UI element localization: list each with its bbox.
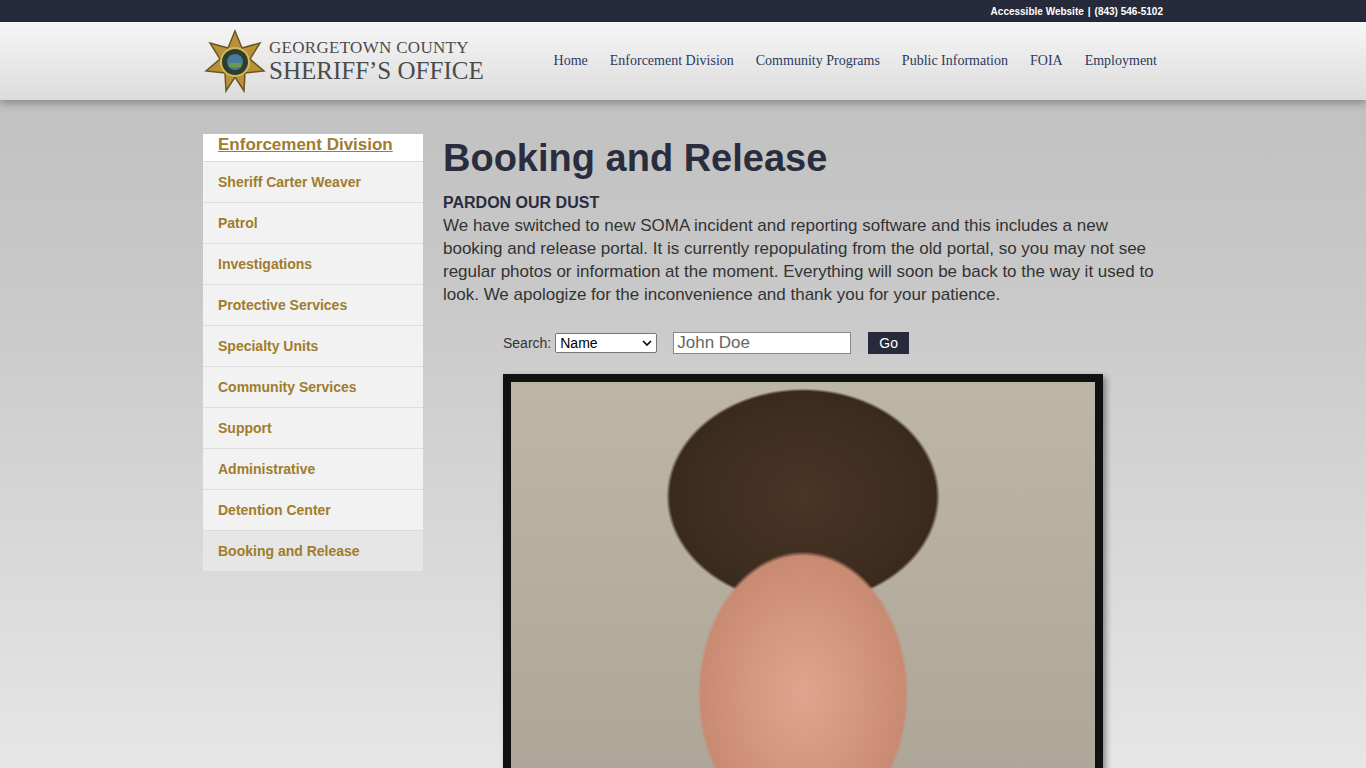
sidebar-title[interactable]: Enforcement Division	[203, 134, 423, 161]
notice-title: PARDON OUR DUST	[443, 194, 1163, 212]
search-bar: Search:Name Go	[503, 332, 1163, 354]
top-link[interactable]: (843) 546-5102	[1095, 6, 1163, 17]
top-bar: Accessible Website | (843) 546-5102	[0, 0, 1366, 22]
nav-item[interactable]: Enforcement Division	[610, 53, 734, 69]
nav-item[interactable]: Employment	[1085, 53, 1157, 69]
notice-text: We have switched to new SOMA incident an…	[443, 214, 1163, 306]
search-input[interactable]	[673, 332, 851, 354]
mugshot-photo	[511, 382, 1095, 768]
sidebar-item[interactable]: Community Services	[203, 366, 423, 407]
search-type-select[interactable]: Name	[555, 333, 657, 353]
sidebar-item[interactable]: Booking and Release	[203, 530, 423, 571]
chevron-down-icon	[642, 340, 652, 346]
page-title: Booking and Release	[443, 134, 1163, 182]
sidebar-item[interactable]: Patrol	[203, 202, 423, 243]
content: Enforcement DivisionSheriff Carter Weave…	[203, 100, 1163, 768]
logo[interactable]: GEORGETOWN COUNTY SHERIFF’S OFFICE	[203, 29, 484, 93]
header: GEORGETOWN COUNTY SHERIFF’S OFFICE Home Enf…	[0, 22, 1366, 100]
sidebar-item[interactable]: Sheriff Carter Weaver	[203, 161, 423, 202]
sidebar-item[interactable]: Investigations	[203, 243, 423, 284]
sidebar-item[interactable]: Administrative	[203, 448, 423, 489]
main: Booking and Release PARDON OUR DUST We hav…	[443, 134, 1163, 768]
sidebar: Enforcement DivisionSheriff Carter Weave…	[203, 134, 423, 571]
sidebar-item[interactable]: Support	[203, 407, 423, 448]
page: Accessible Website | (843) 546-5102 GEORGET…	[0, 0, 1366, 768]
mugshot-frame	[503, 374, 1103, 768]
sidebar-item[interactable]: Specialty Units	[203, 325, 423, 366]
logo-line2: SHERIFF’S OFFICE	[269, 58, 484, 83]
search-label: Search:	[503, 335, 551, 351]
sidebar-item[interactable]: Detention Center	[203, 489, 423, 530]
logo-line1: GEORGETOWN COUNTY	[269, 39, 484, 56]
main-nav: Home Enforcement Division Community Progra…	[554, 53, 1163, 69]
nav-item[interactable]: Public Information	[902, 53, 1008, 69]
nav-item[interactable]: Community Programs	[756, 53, 880, 69]
badge-star-icon	[203, 29, 267, 93]
go-button[interactable]: Go	[868, 332, 909, 354]
sidebar-item[interactable]: Protective Services	[203, 284, 423, 325]
top-separator: |	[1088, 6, 1091, 17]
nav-item[interactable]: FOIA	[1030, 53, 1063, 69]
top-link[interactable]: Accessible Website	[991, 6, 1084, 17]
nav-item[interactable]: Home	[554, 53, 588, 69]
